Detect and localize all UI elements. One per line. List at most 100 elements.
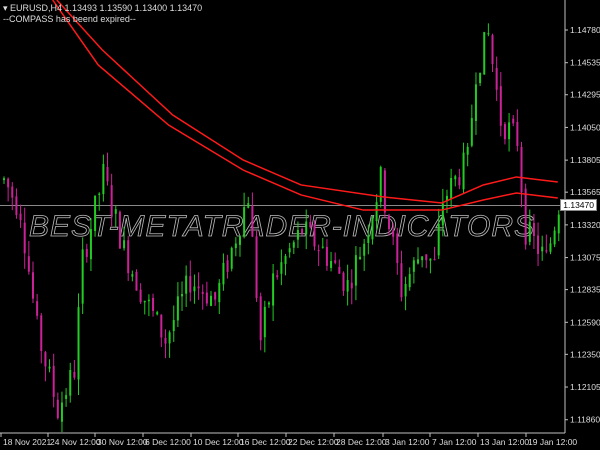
watermark: BEST-METATRADER-INDICATORS bbox=[29, 210, 535, 243]
bull-candle bbox=[354, 255, 357, 286]
bull-candle bbox=[77, 307, 80, 380]
bear-candle bbox=[317, 250, 320, 252]
bull-candle bbox=[450, 178, 453, 199]
bear-candle bbox=[152, 297, 155, 311]
bull-candle bbox=[292, 242, 295, 248]
bull-candle bbox=[147, 299, 150, 302]
x-tick-label: 3 Jan 12:00 bbox=[385, 437, 430, 447]
bull-candle bbox=[487, 33, 490, 35]
bull-candle bbox=[272, 273, 275, 306]
bear-candle bbox=[537, 235, 540, 254]
bear-candle bbox=[73, 371, 76, 378]
bear-candle bbox=[11, 186, 14, 198]
bear-candle bbox=[309, 221, 312, 228]
y-tick-label: 1.13320 bbox=[570, 220, 600, 230]
bear-candle bbox=[27, 256, 30, 272]
bear-candle bbox=[313, 224, 316, 247]
bull-candle bbox=[305, 221, 308, 235]
bear-candle bbox=[85, 248, 88, 257]
symbol-info: ▾ EURUSD,H4 1.13493 1.13590 1.13400 1.13… bbox=[3, 3, 203, 13]
bear-candle bbox=[499, 86, 502, 126]
bear-candle bbox=[516, 122, 519, 146]
bear-candle bbox=[205, 292, 208, 304]
bear-candle bbox=[118, 211, 121, 249]
price-axis[interactable]: 1.14780 1.14535 1.14295 1.14050 1.13805 1.135… bbox=[565, 25, 600, 425]
bull-candle bbox=[284, 256, 287, 264]
x-tick-label: 22 Dec 12:00 bbox=[288, 437, 339, 447]
indicator-status: --COMPASS has beend expired-- bbox=[3, 14, 136, 24]
bull-candle bbox=[359, 256, 362, 259]
x-tick-label: 18 Nov 2021 bbox=[3, 437, 51, 447]
bull-candle bbox=[267, 302, 270, 305]
bear-candle bbox=[512, 118, 515, 124]
bull-candle bbox=[404, 284, 407, 297]
bull-candle bbox=[417, 259, 419, 264]
bull-candle bbox=[234, 243, 237, 249]
bull-candle bbox=[181, 294, 184, 297]
y-tick-label: 1.13075 bbox=[570, 253, 600, 263]
bear-candle bbox=[433, 259, 436, 261]
y-tick-label: 1.12835 bbox=[570, 285, 600, 295]
bull-candle bbox=[479, 72, 482, 84]
bull-candle bbox=[172, 320, 175, 332]
bull-candle bbox=[421, 256, 424, 261]
bear-candle bbox=[350, 282, 353, 289]
bear-candle bbox=[400, 263, 403, 298]
ma-upper-line bbox=[56, 0, 558, 204]
bear-candle bbox=[160, 314, 163, 338]
bull-candle bbox=[131, 274, 134, 277]
bear-candle bbox=[110, 185, 113, 216]
bear-candle bbox=[44, 352, 47, 367]
bull-candle bbox=[176, 296, 179, 321]
bull-candle bbox=[321, 246, 324, 248]
bull-candle bbox=[143, 300, 146, 303]
x-tick-label: 30 Nov 12:00 bbox=[97, 437, 148, 447]
bull-candle bbox=[81, 249, 84, 304]
bull-candle bbox=[296, 229, 299, 240]
bull-candle bbox=[263, 306, 266, 338]
y-tick-label: 1.14050 bbox=[570, 122, 600, 132]
bull-candle bbox=[98, 193, 101, 195]
x-tick-label: 13 Jan 12:00 bbox=[480, 437, 529, 447]
y-tick-label: 1.14535 bbox=[570, 58, 600, 68]
x-tick-label: 24 Nov 12:00 bbox=[50, 437, 101, 447]
bear-candle bbox=[388, 215, 391, 230]
bull-candle bbox=[230, 247, 233, 269]
bear-candle bbox=[392, 230, 395, 237]
bull-candle bbox=[528, 221, 531, 242]
bear-candle bbox=[197, 286, 200, 289]
bear-candle bbox=[342, 272, 345, 291]
time-axis[interactable]: 18 Nov 202124 Nov 12:0030 Nov 12:006 Dec… bbox=[0, 433, 577, 447]
y-tick-label: 1.11860 bbox=[570, 415, 600, 425]
bull-candle bbox=[553, 230, 556, 245]
y-tick-label: 1.14780 bbox=[570, 25, 600, 35]
x-tick-label: 6 Dec 12:00 bbox=[145, 437, 191, 447]
bull-candle bbox=[346, 280, 349, 292]
bull-candle bbox=[48, 366, 51, 369]
bull-candle bbox=[156, 312, 159, 315]
bear-candle bbox=[338, 266, 341, 274]
price-chart[interactable]: BEST-METATRADER-INDICATORS 1.14780 1.1453… bbox=[0, 0, 600, 450]
bear-candle bbox=[334, 260, 337, 263]
bull-candle bbox=[69, 370, 72, 396]
bull-candle bbox=[65, 395, 68, 399]
bear-candle bbox=[226, 260, 229, 272]
bull-candle bbox=[371, 217, 374, 240]
bull-candle bbox=[557, 214, 560, 234]
bull-candle bbox=[243, 207, 246, 237]
bull-candle bbox=[466, 146, 469, 155]
bear-candle bbox=[425, 254, 428, 261]
bear-candle bbox=[40, 315, 43, 352]
bull-candle bbox=[470, 118, 473, 146]
bull-candle bbox=[210, 295, 212, 306]
bull-candle bbox=[247, 203, 250, 208]
x-tick-label: 28 Dec 12:00 bbox=[336, 437, 387, 447]
y-tick-label: 1.12590 bbox=[570, 317, 600, 327]
y-tick-label: 1.13565 bbox=[570, 187, 600, 197]
bear-candle bbox=[135, 271, 138, 291]
y-tick-label: 1.14295 bbox=[570, 90, 600, 100]
current-price-label: 1.13470 bbox=[560, 199, 597, 211]
bear-candle bbox=[276, 275, 279, 278]
bull-candle bbox=[123, 240, 126, 249]
bear-candle bbox=[259, 296, 262, 341]
